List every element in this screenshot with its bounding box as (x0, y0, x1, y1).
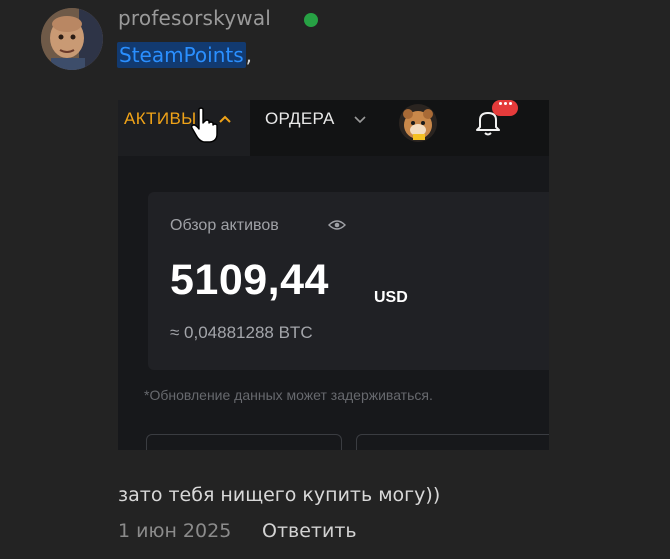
bottom-card-right (356, 434, 549, 450)
hand-cursor-icon (191, 107, 218, 143)
asset-overview-card: Обзор активов 5109,44 USD ≈ 0,04881288 B… (148, 192, 549, 370)
comment-text: зато тебя нищего купить могу)) (118, 484, 441, 506)
nav-orders-tab: ОРДЕРА (265, 109, 335, 128)
chevron-down-icon (354, 116, 366, 124)
avatar-image (41, 8, 103, 70)
exchange-navbar: АКТИВЫ ОРДЕРА (118, 100, 549, 156)
user-mention-link[interactable]: SteamPoints (117, 42, 246, 68)
hamster-avatar-icon (399, 104, 437, 142)
comment-date: 1 июн 2025 (118, 520, 232, 542)
chevron-up-icon (219, 115, 231, 123)
reply-button[interactable]: Ответить (262, 520, 357, 542)
comment: profesorskywal SteamPoints, АКТИВЫ ОРДЕР… (0, 0, 670, 559)
username[interactable]: profesorskywal (118, 6, 271, 30)
notification-badge (492, 100, 518, 116)
mention-line: SteamPoints, (117, 42, 253, 68)
mention-suffix: , (245, 43, 253, 67)
bottom-card-left (146, 434, 342, 450)
asset-overview-title: Обзор активов (170, 217, 279, 234)
user-avatar[interactable] (41, 8, 103, 70)
data-delay-note: *Обновление данных может задерживаться. (144, 387, 433, 403)
balance-amount: 5109,44 (170, 256, 329, 304)
eye-icon (328, 220, 346, 230)
balance-currency: USD (374, 289, 408, 306)
attached-screenshot[interactable]: АКТИВЫ ОРДЕРА Обзор активов 5109,44 USD … (118, 100, 549, 450)
online-status-dot (304, 13, 318, 27)
nav-assets-tab: АКТИВЫ (124, 109, 197, 128)
btc-equivalent: ≈ 0,04881288 BTC (170, 323, 313, 342)
